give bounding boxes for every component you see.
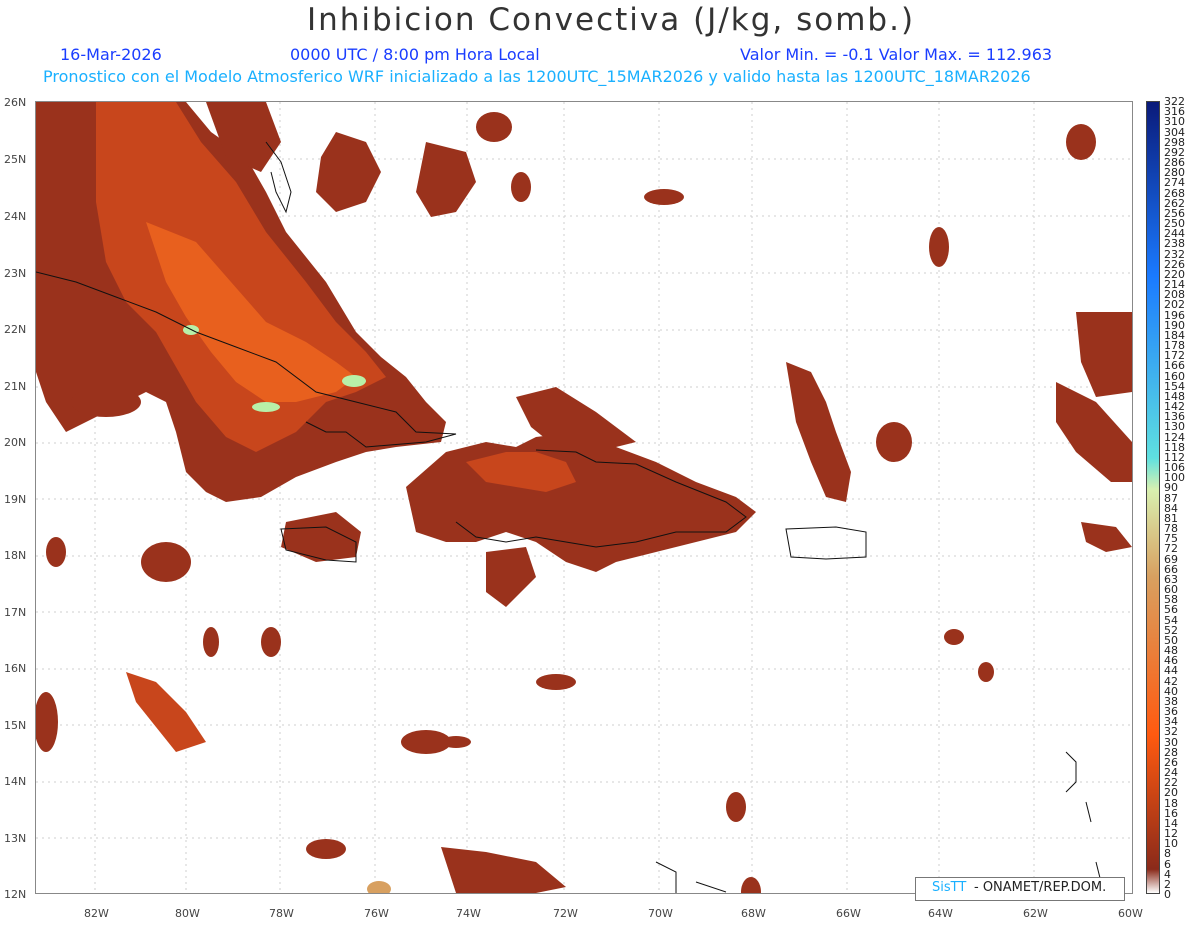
lat-label: 19N: [4, 493, 27, 506]
lon-label: 80W: [175, 907, 200, 920]
cin-max-3: [342, 375, 366, 387]
credit-text: - ONAMET/REP.DOM.: [974, 880, 1107, 895]
cin-region-sw: [126, 672, 206, 752]
cin-field: [34, 102, 1132, 907]
lon-label: 70W: [648, 907, 673, 920]
lat-label: 14N: [4, 775, 27, 788]
lon-label: 62W: [1023, 907, 1048, 920]
cin-max-2: [252, 402, 280, 412]
cin-region-south-hisp: [486, 547, 536, 607]
forecast-date: 16-Mar-2026: [60, 45, 162, 64]
colorbar-tick-label: 0: [1164, 888, 1171, 901]
forecast-time: 0000 UTC / 8:00 pm Hora Local: [290, 45, 540, 64]
lat-label: 15N: [4, 719, 27, 732]
cin-region-east-2: [1076, 312, 1132, 397]
coast-puerto-rico: [785, 526, 867, 560]
cin-region-hispaniola: [406, 432, 756, 572]
lat-label: 26N: [4, 96, 27, 109]
lon-label: 60W: [1118, 907, 1143, 920]
cin-region-east-4: [1081, 522, 1132, 552]
value-range: Valor Min. = -0.1 Valor Max. = 112.963: [740, 45, 1053, 64]
lat-label: 12N: [4, 888, 27, 901]
lon-label: 66W: [836, 907, 861, 920]
lon-label: 68W: [741, 907, 766, 920]
cin-region-south-coast: [441, 847, 566, 893]
cin-region-east-3: [1056, 382, 1132, 482]
lat-label: 22N: [4, 323, 27, 336]
lon-label: 64W: [928, 907, 953, 920]
map-panel: [34, 101, 1133, 907]
map-canvas: [34, 102, 1132, 907]
lat-label: 23N: [4, 267, 27, 280]
credit-box: SisTT - ONAMET/REP.DOM.: [915, 877, 1125, 901]
forecast-description: Pronostico con el Modelo Atmosferico WRF…: [43, 67, 1031, 86]
colorbar: [1146, 101, 1160, 894]
lon-label: 74W: [456, 907, 481, 920]
cin-region-north: [316, 132, 381, 212]
lat-label: 13N: [4, 832, 27, 845]
cin-region-jamaica: [281, 512, 361, 562]
lat-label: 16N: [4, 662, 27, 675]
lat-label: 21N: [4, 380, 27, 393]
lon-label: 72W: [553, 907, 578, 920]
coast-lesser-antilles: [1065, 751, 1102, 883]
coast-south-america: [655, 861, 727, 893]
lon-label: 76W: [364, 907, 389, 920]
cin-region-east-1: [786, 362, 851, 502]
lat-label: 25N: [4, 153, 27, 166]
lon-label: 82W: [84, 907, 109, 920]
lat-label: 18N: [4, 549, 27, 562]
lat-label: 17N: [4, 606, 27, 619]
sistt-logo: SisTT: [932, 880, 967, 895]
lat-label: 20N: [4, 436, 27, 449]
map-title: Inhibicion Convectiva (J/kg, somb.): [306, 2, 916, 38]
lat-label: 24N: [4, 210, 27, 223]
lon-label: 78W: [269, 907, 294, 920]
